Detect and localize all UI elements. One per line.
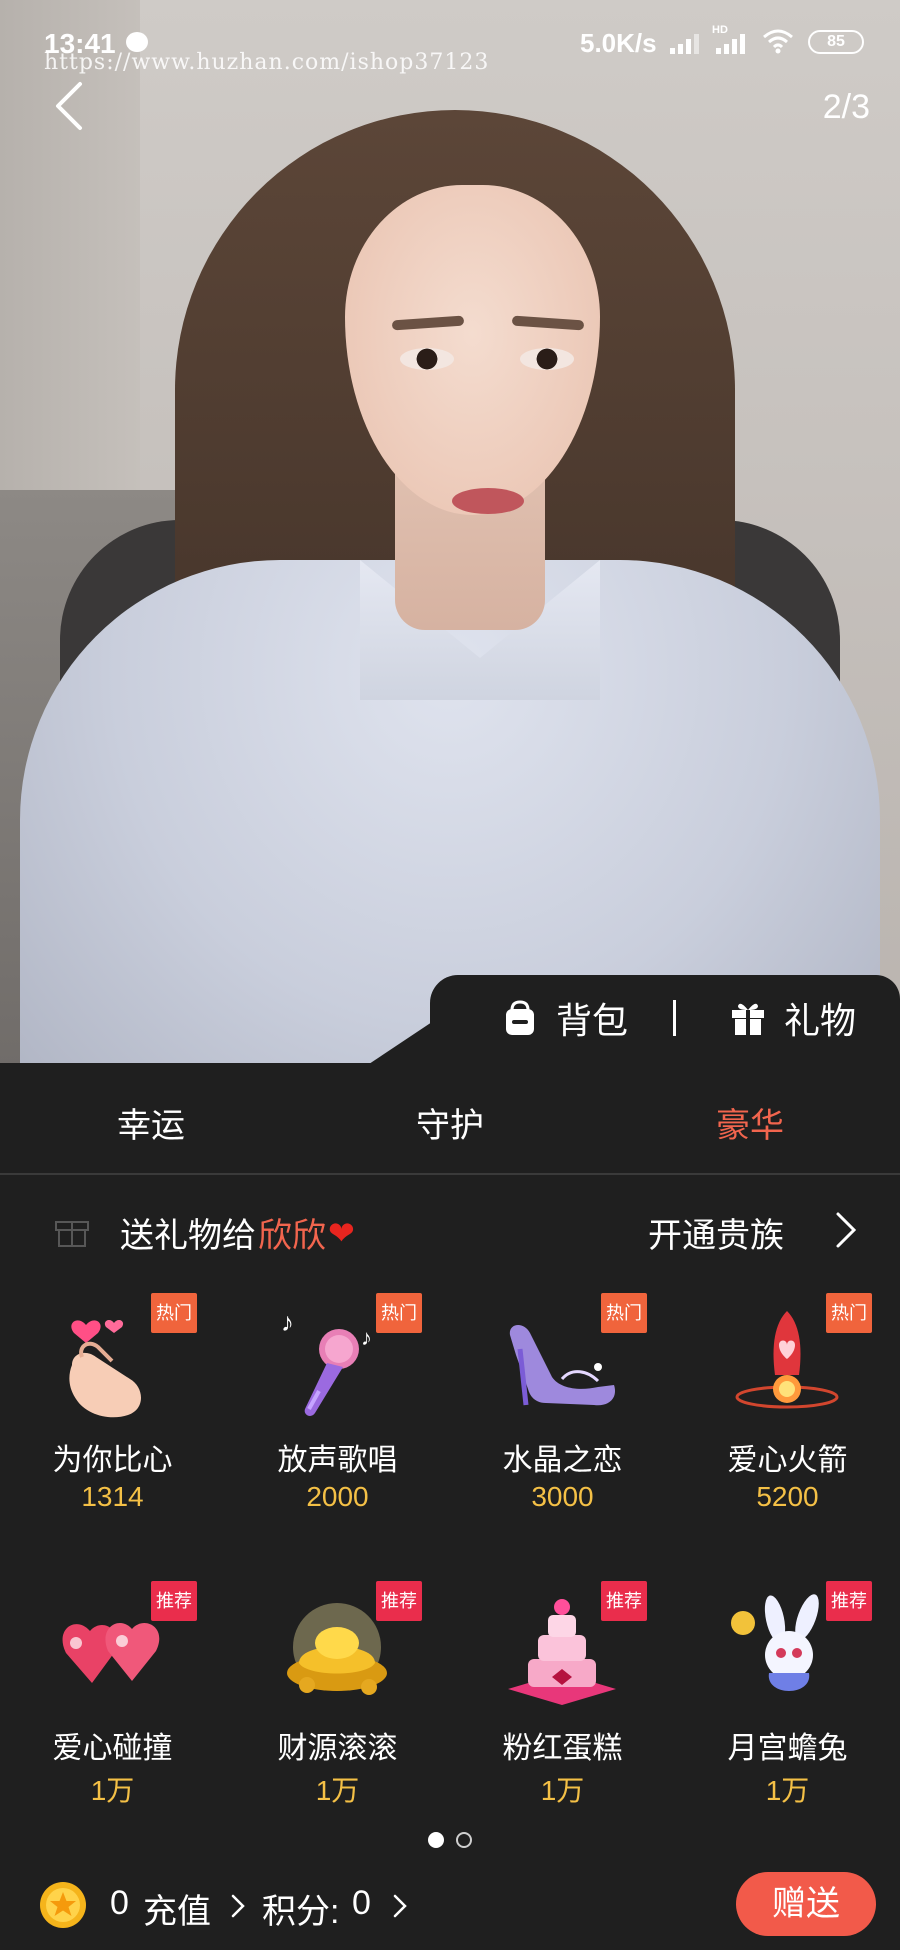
page-indicator — [428, 1832, 472, 1848]
backpack-icon — [506, 1000, 534, 1035]
gift-name: 爱心火箭 — [727, 1444, 848, 1477]
gift-name: 水晶之恋 — [502, 1444, 623, 1477]
gift-price: 1万 — [765, 1775, 810, 1806]
gift-item[interactable]: 热门 爱心火箭 5200 — [675, 1283, 900, 1558]
moon-rabbit-icon — [731, 1594, 819, 1691]
gift-item[interactable]: 热门 水晶之恋 3000 — [450, 1283, 675, 1558]
crystal-shoe-icon — [509, 1324, 616, 1406]
tab-luxury[interactable]: 豪华 — [716, 1098, 784, 1147]
gift-price: 1314 — [81, 1481, 144, 1512]
battery-icon: 85 — [808, 30, 864, 54]
profile-photo — [0, 0, 900, 1100]
svg-text:♪: ♪ — [361, 1325, 372, 1350]
tab-gifts-label: 礼物 — [784, 1000, 857, 1041]
wifi-icon — [763, 29, 793, 54]
watermark-text: https://www.huzhan.com/ishop37123 — [44, 50, 490, 75]
gift-outline-icon — [55, 1221, 89, 1247]
gift-item[interactable]: 热门 ♪ ♪ 放声歌唱 2000 — [225, 1283, 450, 1558]
tab-bag[interactable]: 背包 — [500, 992, 628, 1044]
coin-balance: 0 — [110, 1884, 129, 1922]
tab-divider — [673, 1000, 676, 1036]
send-to-row: 送礼物给 欣欣 ❤ 开通贵族 — [0, 1178, 900, 1283]
tab-lucky[interactable]: 幸运 — [117, 1098, 185, 1147]
gift-item[interactable]: 推荐 财源滚滚 1万 — [225, 1571, 450, 1846]
open-noble-link[interactable]: 开通贵族 — [648, 1208, 784, 1257]
send-gift-button[interactable]: 赠送 — [736, 1872, 876, 1936]
gift-name: 放声歌唱 — [277, 1444, 398, 1477]
photo-eye-left — [400, 348, 454, 370]
gold-ingots-icon — [287, 1603, 387, 1695]
gift-item[interactable]: 推荐 爱心碰撞 1万 — [0, 1571, 225, 1846]
gift-name: 财源滚滚 — [277, 1732, 398, 1765]
gift-name: 粉红蛋糕 — [502, 1732, 623, 1765]
svg-text:♪: ♪ — [281, 1307, 294, 1337]
coin-star-icon — [40, 1882, 86, 1928]
photo-pager: 2/3 — [822, 88, 870, 126]
gift-price: 5200 — [756, 1481, 819, 1512]
gift-name: 为你比心 — [52, 1444, 173, 1477]
gift-item[interactable]: 热门 为你比心 1314 — [0, 1283, 225, 1558]
gift-name: 爱心碰撞 — [52, 1732, 173, 1765]
chevron-right-icon[interactable] — [392, 1892, 408, 1920]
pink-cake-icon — [508, 1599, 616, 1705]
page-dot-active — [428, 1832, 444, 1848]
gift-item[interactable]: 推荐 粉红蛋糕 1万 — [450, 1571, 675, 1846]
heart-icon: ❤ — [328, 1214, 355, 1251]
page-dot — [456, 1832, 472, 1848]
gift-box-icon — [732, 1003, 764, 1035]
tab-guard[interactable]: 守护 — [416, 1098, 484, 1147]
points-label: 积分: — [262, 1893, 340, 1931]
status-bar: 13:41 https://www.huzhan.com/ishop37123 … — [0, 0, 900, 80]
tab-gifts[interactable]: 礼物 — [728, 992, 856, 1044]
send-to-label: 送礼物给 欣欣 ❤ — [120, 1208, 355, 1257]
gift-price: 1万 — [315, 1775, 360, 1806]
back-arrow-icon[interactable] — [48, 78, 92, 134]
photo-eye-right — [520, 348, 574, 370]
signal-icon — [716, 30, 745, 54]
heart-rocket-icon — [735, 1311, 839, 1409]
signal-icon — [670, 30, 699, 54]
recharge-link[interactable]: 充值 — [143, 1884, 211, 1933]
points-balance[interactable]: 0 — [352, 1884, 371, 1923]
gift-name: 月宫蟾兔 — [727, 1732, 848, 1765]
gift-price: 1万 — [90, 1775, 135, 1806]
send-to-prefix: 送礼物给 — [120, 1217, 256, 1255]
microphone-icon: ♪ ♪ — [281, 1307, 372, 1416]
message-bubble-icon — [126, 32, 148, 52]
gift-price: 3000 — [531, 1481, 594, 1512]
gift-item[interactable]: 推荐 月宫蟾兔 1万 — [675, 1571, 900, 1846]
finger-heart-icon — [69, 1320, 141, 1418]
chevron-right-icon[interactable] — [230, 1892, 246, 1920]
wallet-bar: 0 充值 积分: 0 赠送 — [0, 1870, 900, 1950]
twin-hearts-icon — [62, 1623, 160, 1683]
tab-bag-label: 背包 — [556, 1000, 629, 1041]
gift-price: 2000 — [306, 1481, 369, 1512]
chevron-right-icon[interactable] — [830, 1208, 860, 1252]
gift-price: 1万 — [540, 1775, 585, 1806]
network-speed: 5.0K/s — [580, 28, 657, 58]
photo-lips — [452, 488, 524, 514]
recipient-name: 欣欣 — [258, 1217, 326, 1255]
